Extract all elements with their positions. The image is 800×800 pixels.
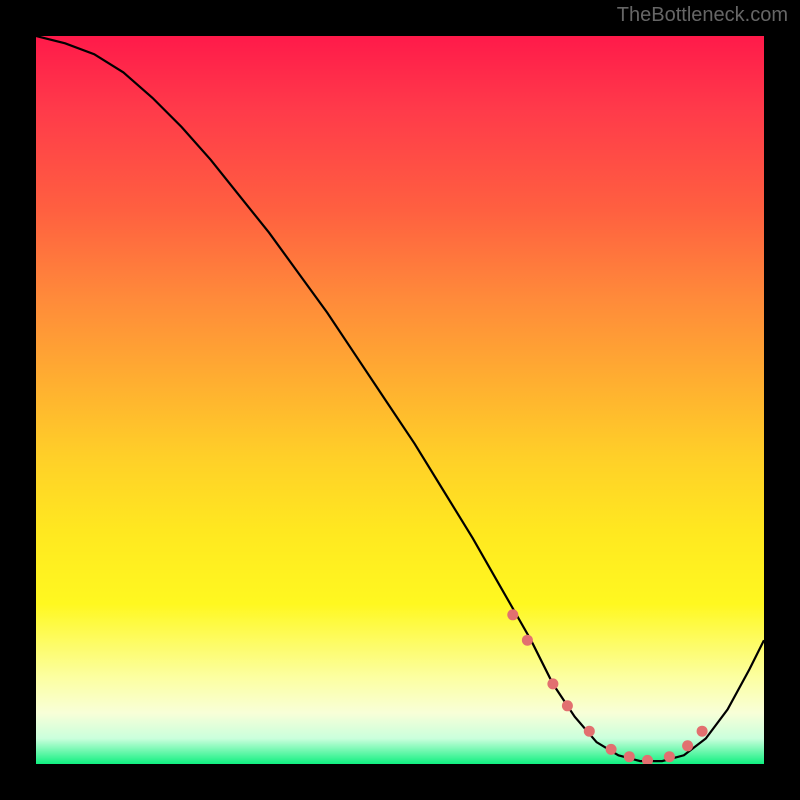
dot-marker (562, 700, 573, 711)
dot-marker (584, 726, 595, 737)
dot-marker (522, 635, 533, 646)
chart-svg (36, 36, 764, 764)
dot-marker (642, 755, 653, 764)
dot-marker (606, 744, 617, 755)
dot-marker (664, 751, 675, 762)
main-curve (36, 36, 764, 761)
dot-marker (507, 609, 518, 620)
chart-plot-area (36, 36, 764, 764)
dot-marker (624, 751, 635, 762)
dot-marker (697, 726, 708, 737)
watermark-text: TheBottleneck.com (617, 4, 788, 27)
dot-marker (682, 740, 693, 751)
dot-markers (507, 609, 707, 764)
dot-marker (547, 678, 558, 689)
